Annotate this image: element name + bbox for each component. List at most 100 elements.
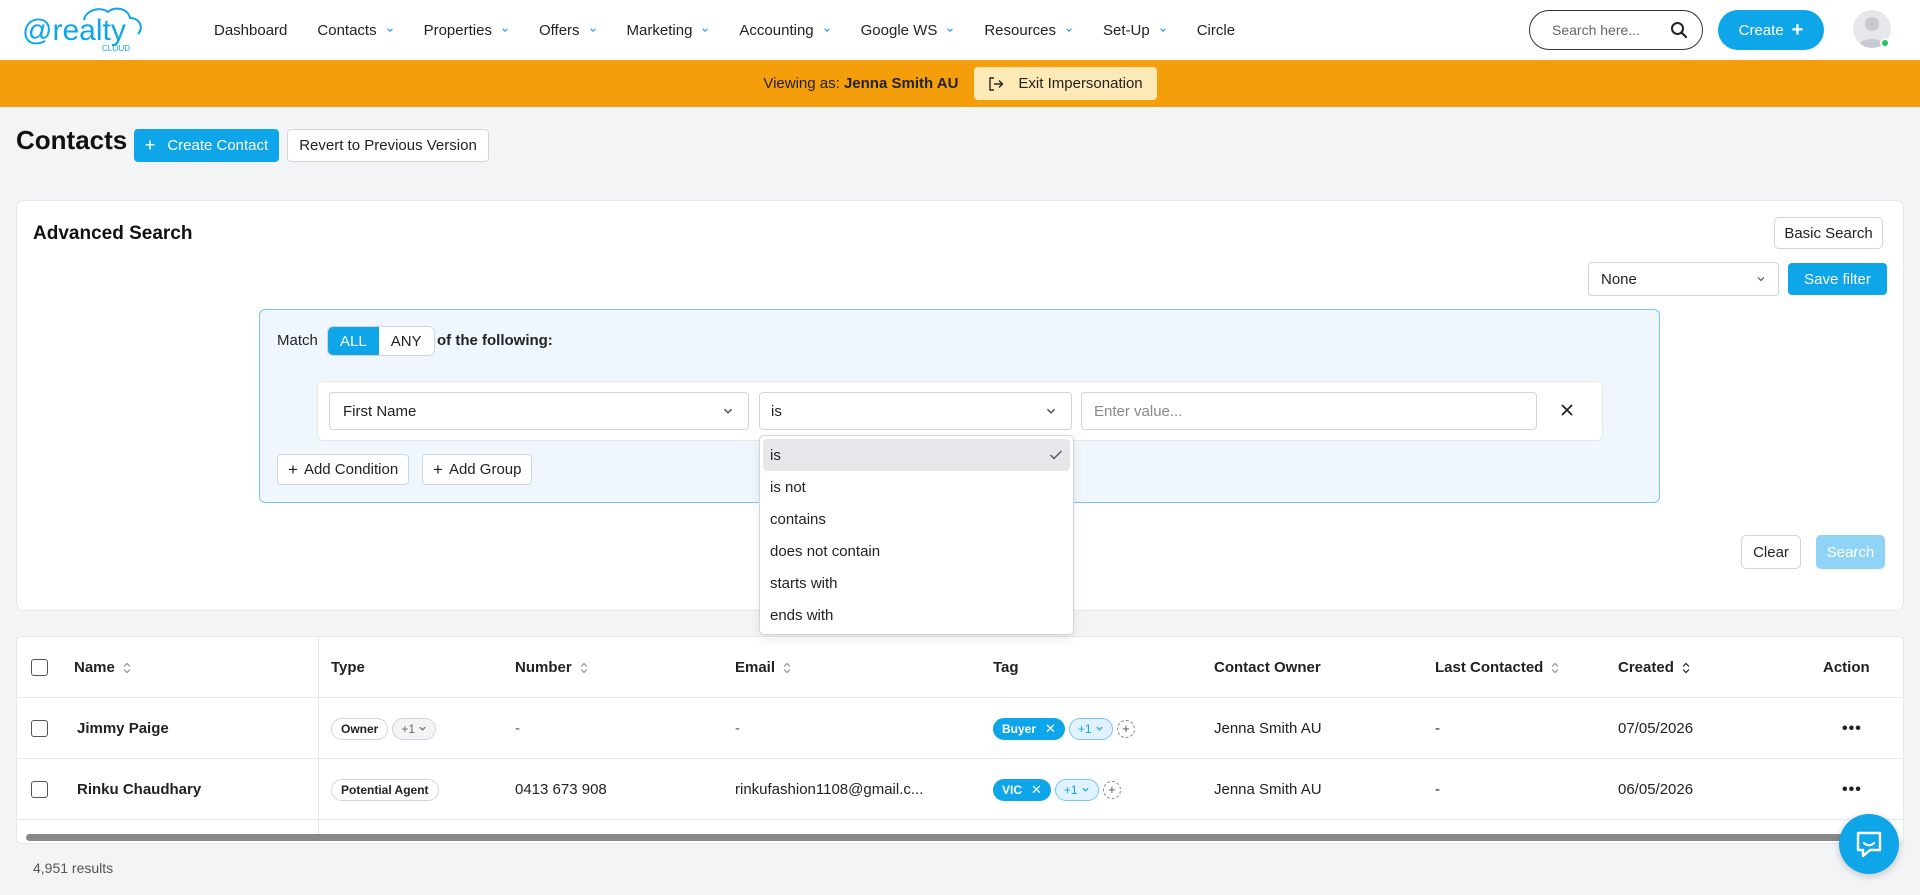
main-nav: Dashboard Contacts Properties Offers Mar… [214, 0, 1265, 60]
add-tag-icon[interactable]: + [1102, 780, 1121, 799]
chevron-down-icon [1066, 28, 1072, 32]
chevron-down-icon [502, 28, 508, 32]
search-label: Search [1826, 543, 1875, 561]
nav-item-accounting[interactable]: Accounting [739, 22, 830, 39]
condition-operator-select[interactable]: is [759, 392, 1072, 430]
chevron-down-icon [1082, 787, 1089, 792]
tag-more-count: +1 [1077, 721, 1092, 736]
check-icon [1050, 450, 1062, 460]
nav-item-properties[interactable]: Properties [424, 22, 509, 39]
column-header-number[interactable]: Number [515, 637, 588, 698]
search-button[interactable]: Search [1816, 535, 1885, 569]
exit-impersonation-button[interactable]: Exit Impersonation [974, 67, 1157, 100]
basic-search-button[interactable]: Basic Search [1774, 217, 1883, 249]
impersonation-prefix: Viewing as: [763, 75, 840, 92]
last-contacted-cell: - [1435, 781, 1440, 798]
of-following-label: of the following: [437, 332, 553, 349]
nav-item-dashboard[interactable]: Dashboard [214, 22, 287, 39]
save-filter-button[interactable]: Save filter [1788, 263, 1887, 295]
impersonation-text: Viewing as: Jenna Smith AU [763, 75, 958, 92]
type-more-badge[interactable]: +1 [392, 717, 437, 740]
clear-button[interactable]: Clear [1741, 535, 1801, 569]
impersonation-bar: Viewing as: Jenna Smith AU Exit Imperson… [0, 60, 1920, 107]
nav-item-offers[interactable]: Offers [539, 22, 597, 39]
contact-name[interactable]: Rinku Chaudhary [77, 759, 201, 820]
operator-option-starts-with[interactable]: starts with [763, 567, 1070, 599]
select-all-checkbox[interactable] [31, 659, 48, 676]
condition-field-select[interactable]: First Name [329, 392, 749, 430]
tag-badge: VIC ✕ [993, 778, 1051, 801]
global-search-input[interactable]: Search here... [1529, 10, 1703, 50]
column-label: Last Contacted [1435, 659, 1544, 676]
operator-option-is-not[interactable]: is not [763, 471, 1070, 503]
table-row[interactable]: Jimmy Paige Owner +1 - - Buyer ✕ +1 + Jen… [17, 698, 1903, 759]
row-checkbox[interactable] [31, 781, 48, 798]
option-label: starts with [770, 574, 838, 592]
row-checkbox[interactable] [31, 720, 48, 737]
nav-item-set-up[interactable]: Set-Up [1103, 22, 1167, 39]
owner-cell: Jenna Smith AU [1214, 720, 1322, 737]
revert-version-button[interactable]: Revert to Previous Version [287, 129, 489, 162]
chat-support-button[interactable] [1839, 814, 1899, 874]
column-label: Created [1618, 659, 1674, 676]
option-label: contains [770, 510, 826, 528]
search-icon [1671, 22, 1688, 39]
logo-sub-text: CLOUD [102, 44, 130, 53]
column-header-last-contacted[interactable]: Last Contacted [1435, 637, 1559, 698]
operator-option-does-not-contain[interactable]: does not contain [763, 535, 1070, 567]
chevron-down-icon [589, 28, 596, 32]
match-all-option[interactable]: ALL [328, 327, 379, 355]
option-label: is not [770, 478, 806, 496]
contact-name[interactable]: Jimmy Paige [77, 698, 169, 759]
row-actions-icon[interactable]: ••• [1842, 698, 1862, 759]
nav-item-google-ws[interactable]: Google WS [861, 22, 955, 39]
add-group-button[interactable]: + Add Group [422, 454, 533, 485]
nav-item-resources[interactable]: Resources [984, 22, 1073, 39]
nav-item-marketing[interactable]: Marketing [627, 22, 710, 39]
plus-icon: + [288, 459, 298, 479]
column-header-type: Type [331, 637, 365, 698]
created-cell: 07/05/2026 [1618, 720, 1694, 737]
contacts-table: Name Type Number Email Tag Contact Owner… [16, 636, 1904, 844]
column-label: Name [74, 659, 115, 676]
sort-icon [123, 662, 131, 673]
column-header-name[interactable]: Name [74, 637, 131, 698]
column-label: Tag [993, 659, 1019, 676]
horizontal-scrollbar[interactable] [26, 834, 1896, 841]
tag-more-badge[interactable]: +1 [1068, 717, 1113, 740]
remove-tag-icon[interactable]: ✕ [1031, 782, 1042, 798]
number-cell: - [515, 720, 520, 737]
create-contact-button[interactable]: + Create Contact [134, 129, 279, 162]
plus-icon: + [433, 459, 443, 479]
row-actions-icon[interactable]: ••• [1842, 759, 1862, 820]
column-header-action: Action [1823, 637, 1870, 698]
close-icon[interactable] [1558, 401, 1576, 419]
remove-tag-icon[interactable]: ✕ [1045, 721, 1056, 737]
top-navbar: @realty CLOUD Dashboard Contacts Propert… [0, 0, 1920, 60]
tag-more-badge[interactable]: +1 [1054, 778, 1099, 801]
nav-item-contacts[interactable]: Contacts [317, 22, 393, 39]
nav-label: Accounting [739, 21, 814, 39]
column-header-email[interactable]: Email [735, 637, 791, 698]
table-row[interactable]: Rinku Chaudhary Potential Agent 0413 673… [17, 759, 1903, 820]
page-title: Contacts [16, 125, 128, 155]
nav-item-circle[interactable]: Circle [1197, 22, 1235, 39]
column-header-created[interactable]: Created [1618, 637, 1690, 698]
nav-label: Google WS [860, 21, 938, 39]
revert-label: Revert to Previous Version [299, 137, 477, 154]
add-tag-icon[interactable]: + [1116, 719, 1135, 738]
chevron-down-icon [1159, 28, 1166, 32]
match-any-option[interactable]: ANY [379, 327, 434, 355]
realty-cloud-logo[interactable]: @realty CLOUD [22, 4, 147, 54]
save-filter-label: Save filter [1804, 270, 1871, 288]
nav-label: Circle [1196, 21, 1236, 39]
nav-label: Contacts [317, 21, 377, 39]
operator-option-is[interactable]: is [763, 439, 1070, 471]
operator-option-contains[interactable]: contains [763, 503, 1070, 535]
option-label: ends with [770, 606, 834, 624]
condition-value-input[interactable] [1081, 392, 1537, 430]
create-button[interactable]: Create + [1718, 10, 1824, 50]
saved-filter-select[interactable]: None [1588, 262, 1779, 296]
operator-option-ends-with[interactable]: ends with [763, 599, 1070, 631]
add-condition-button[interactable]: + Add Condition [277, 454, 410, 485]
